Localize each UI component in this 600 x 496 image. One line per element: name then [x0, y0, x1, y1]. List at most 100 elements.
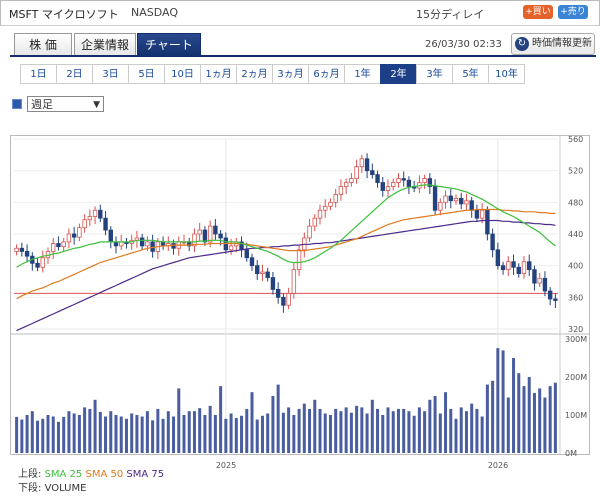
- volume-bar: [182, 415, 186, 453]
- volume-bar: [93, 399, 97, 453]
- period-3日[interactable]: 3日: [92, 64, 129, 84]
- tab-company-info[interactable]: 企業情報: [74, 33, 136, 56]
- volume-bar: [391, 411, 395, 453]
- candle-body: [370, 170, 375, 176]
- period-1年[interactable]: 1年: [344, 64, 381, 84]
- x-tick-label: 2026: [488, 461, 508, 470]
- tab-stock-price[interactable]: 株 価: [14, 33, 72, 56]
- candle-body: [71, 233, 77, 238]
- volume-bar: [109, 411, 113, 453]
- volume-bar: [344, 407, 348, 453]
- candle-body: [307, 225, 312, 239]
- volume-bar: [328, 415, 332, 453]
- candle-body: [406, 179, 412, 187]
- period-3ヵ月[interactable]: 3ヵ月: [272, 64, 309, 84]
- candle-body: [485, 209, 490, 235]
- candle-body: [213, 225, 218, 235]
- ticker-name: MSFT マイクロソフト: [9, 8, 119, 21]
- quote-timestamp: 26/03/30 02:33: [425, 39, 502, 50]
- candle-body: [359, 158, 365, 168]
- volume-bar: [532, 392, 536, 453]
- volume-bar: [130, 413, 134, 453]
- candle-body: [516, 266, 521, 274]
- candle-body: [396, 178, 401, 183]
- chevron-down-icon: ▼: [93, 100, 100, 110]
- volume-bar: [88, 408, 92, 453]
- volume-bar: [428, 399, 432, 453]
- candle-body: [87, 216, 93, 221]
- volume-bar: [245, 408, 249, 453]
- candle-body: [145, 241, 150, 247]
- volume-bar: [464, 411, 468, 453]
- volume-bar: [512, 358, 516, 453]
- candle-body: [490, 233, 495, 251]
- period-10日[interactable]: 10日: [164, 64, 201, 84]
- period-2年[interactable]: 2年: [380, 64, 417, 84]
- volume-bar: [276, 384, 280, 453]
- candle-body: [113, 241, 119, 247]
- volume-bar: [454, 418, 458, 453]
- volume-bar: [360, 407, 364, 453]
- period-2日[interactable]: 2日: [56, 64, 93, 84]
- volume-bar: [151, 420, 155, 453]
- candle-body: [317, 209, 323, 219]
- candle-body: [197, 229, 202, 235]
- candle-body: [380, 182, 385, 191]
- candle-body: [354, 166, 359, 179]
- candle-body: [495, 249, 501, 267]
- volume-bar: [213, 415, 217, 453]
- candle-body: [443, 195, 448, 203]
- candle-body: [61, 241, 66, 248]
- chart-type-value: 週足: [31, 98, 53, 111]
- volume-bar: [104, 416, 108, 453]
- volume-bar: [62, 416, 66, 453]
- period-2ヵ月[interactable]: 2ヵ月: [236, 64, 273, 84]
- price-tick-label: 360: [568, 293, 583, 302]
- price-axis: 560 520 480 440 400 360 320: [568, 135, 583, 334]
- period-6ヵ月[interactable]: 6ヵ月: [308, 64, 345, 84]
- volume-bar: [376, 408, 380, 453]
- tab-chart[interactable]: チャート: [137, 33, 201, 56]
- candlestick-series: [14, 153, 558, 313]
- volume-bar: [548, 386, 552, 453]
- period-1日[interactable]: 1日: [20, 64, 57, 84]
- period-10年[interactable]: 10年: [488, 64, 525, 84]
- volume-axis: 300M 200M 100M 0M: [565, 335, 587, 458]
- period-1ヵ月[interactable]: 1ヵ月: [200, 64, 237, 84]
- volume-bar: [522, 386, 526, 453]
- price-tick-label: 480: [568, 198, 583, 207]
- volume-bar: [72, 413, 76, 453]
- buy-button[interactable]: +買い: [523, 5, 553, 19]
- candle-body: [51, 243, 56, 252]
- legend-lower-label: 下段:: [18, 483, 42, 494]
- refresh-quote-button[interactable]: ↻ 時価情報更新: [511, 33, 595, 55]
- price-tick-label: 320: [568, 325, 583, 334]
- volume-bar: [67, 411, 71, 453]
- volume-bar: [459, 407, 463, 453]
- period-3年[interactable]: 3年: [416, 64, 453, 84]
- volume-bar: [166, 411, 170, 453]
- candle-body: [82, 219, 87, 229]
- volume-bar: [46, 415, 50, 453]
- period-5年[interactable]: 5年: [452, 64, 489, 84]
- volume-bar: [114, 415, 118, 453]
- volume-bar: [365, 413, 369, 453]
- period-5日[interactable]: 5日: [128, 64, 165, 84]
- legend-upper: 上段: SMA 25 SMA 50 SMA 75: [18, 465, 164, 480]
- volume-bar: [318, 408, 322, 453]
- candle-body: [275, 289, 281, 298]
- volume-bar: [412, 415, 416, 453]
- sell-button[interactable]: +売り: [558, 5, 588, 19]
- volume-bar: [30, 411, 34, 453]
- volume-bar: [240, 415, 244, 453]
- candle-body: [66, 233, 72, 243]
- volume-bar: [83, 407, 87, 453]
- volume-bar: [51, 416, 55, 453]
- volume-bar: [517, 373, 521, 453]
- volume-bar: [386, 407, 390, 453]
- volume-bar: [281, 412, 285, 453]
- candle-body: [139, 237, 145, 247]
- chart-type-select[interactable]: 週足 ▼: [27, 96, 104, 112]
- sma25-line: [16, 184, 556, 268]
- volume-bar: [124, 418, 128, 453]
